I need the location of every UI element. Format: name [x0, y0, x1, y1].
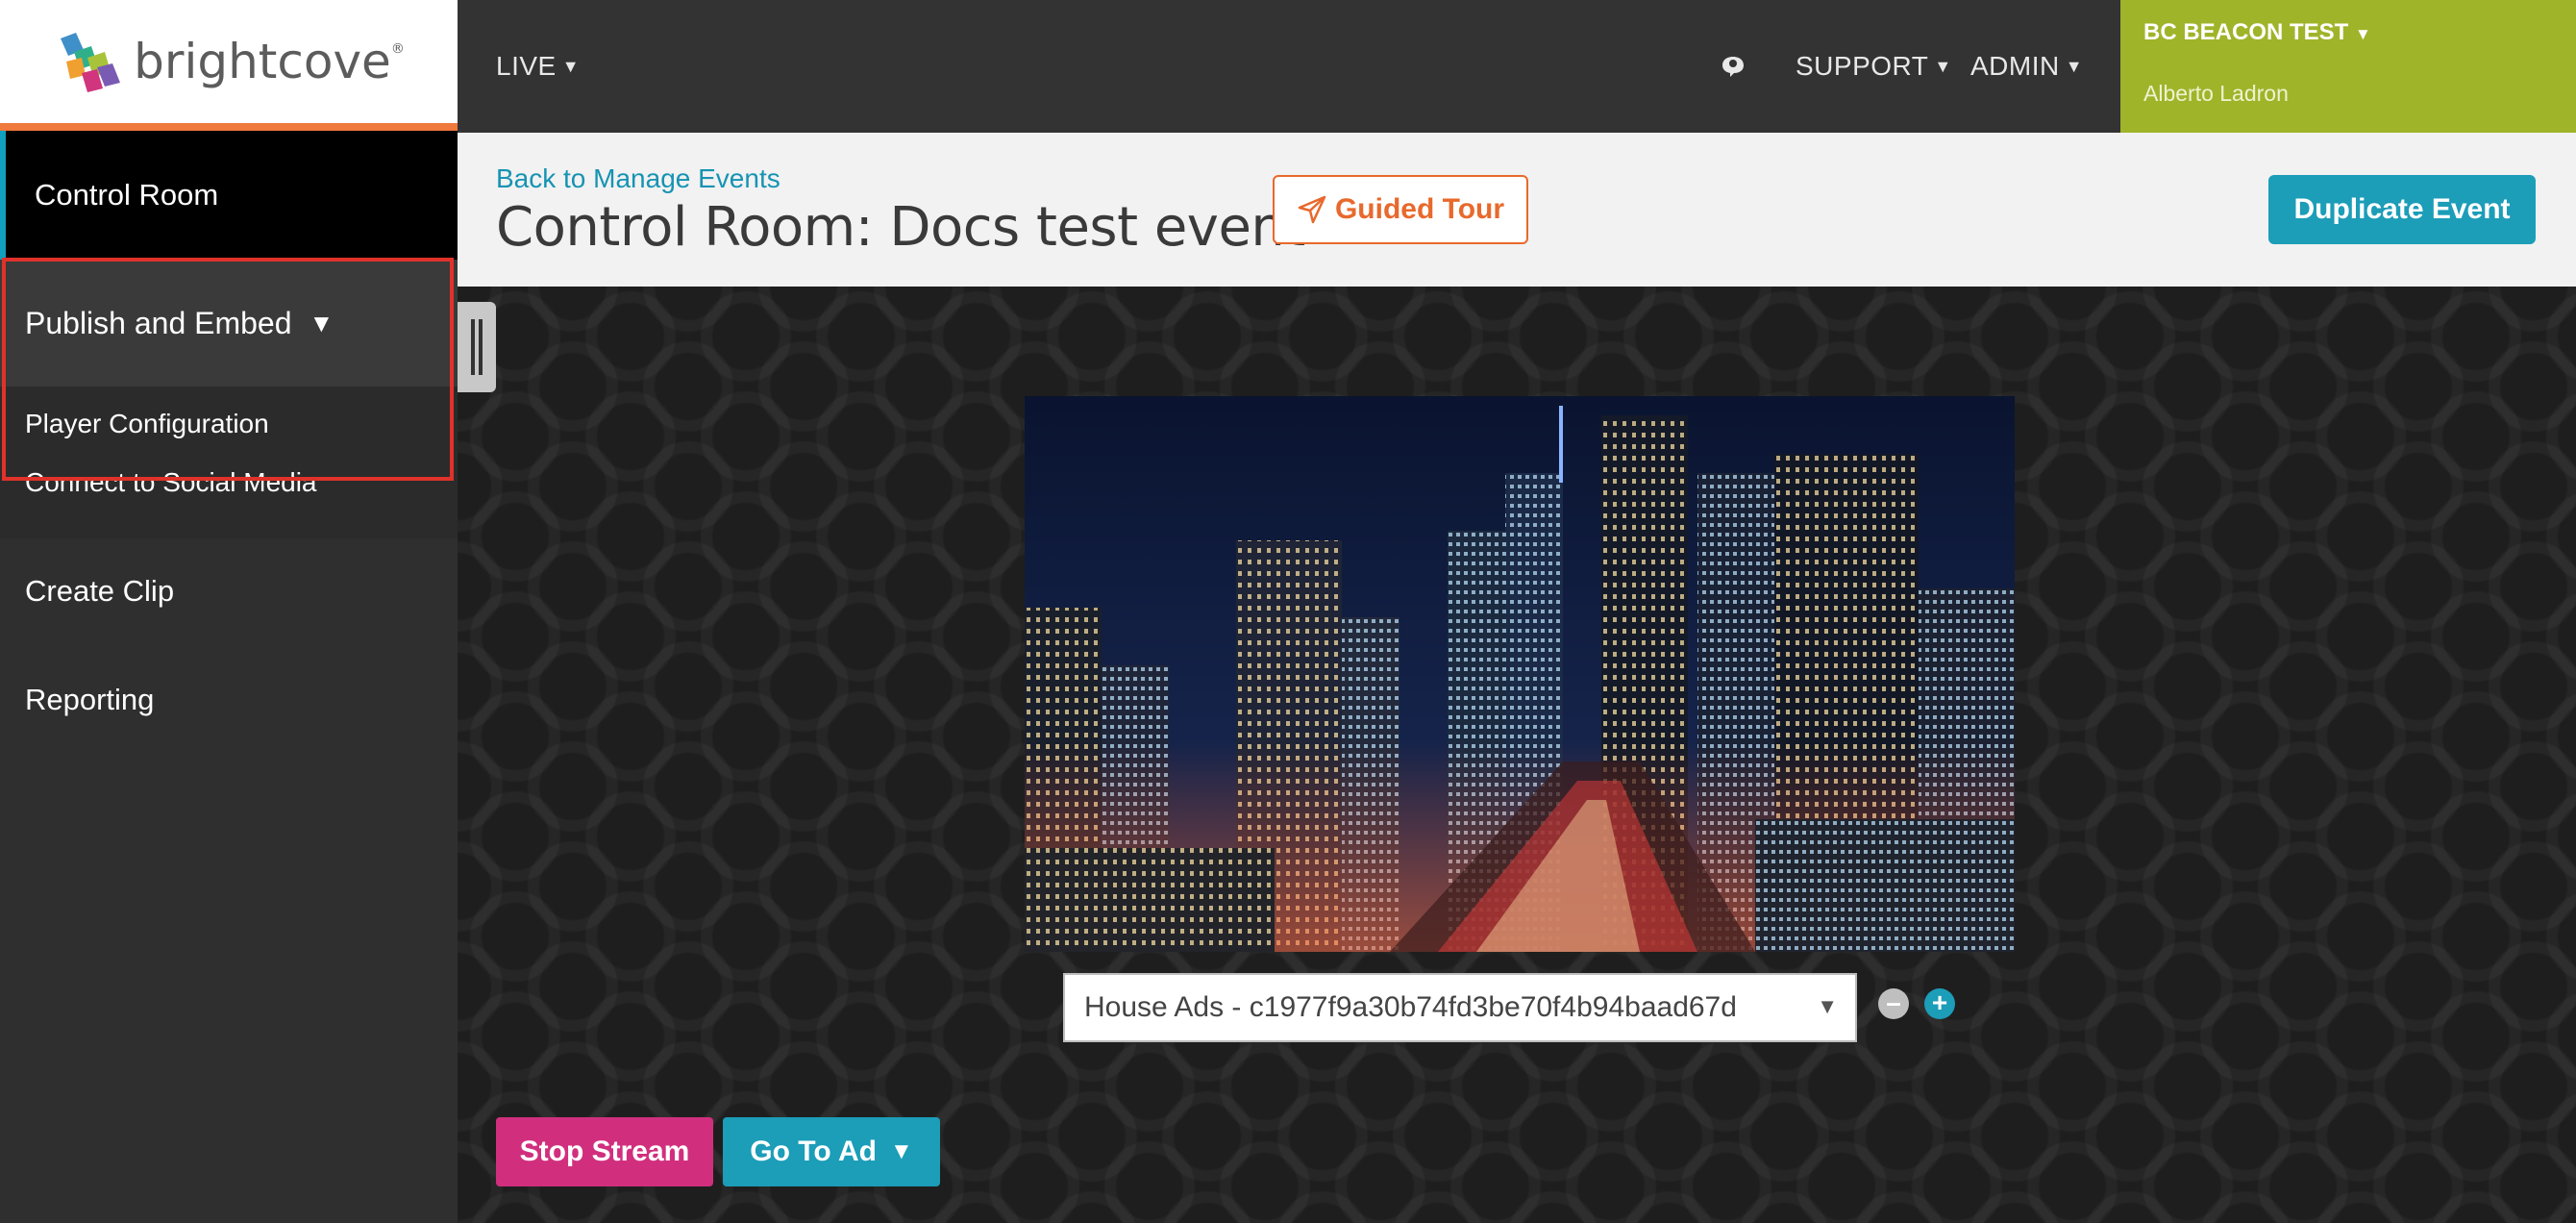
caret-down-icon: ▼ — [561, 56, 581, 76]
sidebar-item-control-room[interactable]: Control Room — [0, 131, 458, 260]
user-name: Alberto Ladron — [2143, 81, 2289, 106]
drag-handle-icon[interactable] — [458, 302, 496, 392]
page-title: Control Room: Docs test event — [496, 196, 1305, 259]
go-to-ad-button[interactable]: Go To Ad ▼ — [723, 1117, 940, 1186]
stop-stream-button[interactable]: Stop Stream — [496, 1117, 713, 1186]
sidebar-item-label: Connect to Social Media — [25, 467, 317, 497]
nav-live-label: LIVE — [496, 51, 557, 81]
ad-source-select[interactable]: House Ads - c1977f9a30b74fd3be70f4b94baa… — [1063, 973, 1857, 1042]
nav-live-menu[interactable]: LIVE ▼ — [496, 0, 580, 133]
caret-down-icon: ▼ — [889, 1138, 913, 1164]
nav-support-label: SUPPORT — [1796, 51, 1929, 81]
sidebar-item-label: Player Configuration — [25, 409, 269, 438]
sidebar: Control Room Publish and Embed ▼ Player … — [0, 131, 458, 1223]
back-to-manage-events-link[interactable]: Back to Manage Events — [496, 163, 780, 194]
brand-logo[interactable]: brightcove® — [0, 0, 458, 123]
account-name: BC BEACON TEST ▼ — [2143, 19, 2371, 45]
guided-tour-button[interactable]: Guided Tour — [1273, 175, 1528, 244]
nav-admin-label: ADMIN — [1970, 51, 2060, 81]
ad-source-value: House Ads - c1977f9a30b74fd3be70f4b94baa… — [1084, 991, 1737, 1023]
nav-support-menu[interactable]: SUPPORT ▼ — [1796, 0, 1952, 133]
paper-plane-icon — [1298, 195, 1326, 224]
sidebar-item-label: Publish and Embed — [25, 305, 292, 340]
sidebar-item-create-clip[interactable]: Create Clip — [0, 538, 458, 644]
sidebar-item-connect-social-media[interactable]: Connect to Social Media — [0, 462, 458, 538]
logo-mark-icon — [61, 33, 121, 92]
caret-down-icon: ▼ — [2065, 56, 2084, 76]
remove-ad-button[interactable]: – — [1878, 988, 1909, 1019]
add-ad-button[interactable]: + — [1924, 988, 1955, 1019]
caret-down-icon: ▼ — [2355, 25, 2371, 43]
account-menu[interactable]: BC BEACON TEST ▼ Alberto Ladron — [2120, 0, 2576, 133]
sidebar-item-reporting[interactable]: Reporting — [0, 644, 458, 756]
sidebar-item-label: Reporting — [25, 683, 155, 716]
go-to-ad-label: Go To Ad — [750, 1136, 877, 1167]
sidebar-item-player-configuration[interactable]: Player Configuration — [0, 387, 458, 462]
caret-down-icon: ▼ — [1934, 56, 1952, 76]
sidebar-item-label: Create Clip — [25, 574, 175, 608]
chat-icon[interactable] — [1721, 0, 1746, 133]
nav-admin-menu[interactable]: ADMIN ▼ — [1970, 0, 2083, 133]
guided-tour-label: Guided Tour — [1334, 193, 1505, 225]
city-night-video-frame — [1025, 396, 2015, 952]
logo-wordmark: brightcove® — [134, 34, 405, 89]
page-header: Back to Manage Events Control Room: Docs… — [458, 133, 2576, 287]
caret-down-icon: ▼ — [309, 308, 334, 337]
sidebar-item-label: Control Room — [35, 178, 219, 212]
chevron-down-icon: ▼ — [1817, 994, 1838, 1018]
top-nav-bar: LIVE ▼ SUPPORT ▼ ADMIN ▼ — [458, 0, 2120, 133]
sidebar-item-publish-and-embed[interactable]: Publish and Embed ▼ — [0, 260, 458, 387]
duplicate-event-button[interactable]: Duplicate Event — [2268, 175, 2536, 244]
video-player[interactable] — [1025, 396, 2015, 952]
logo-accent-strip — [0, 123, 458, 131]
